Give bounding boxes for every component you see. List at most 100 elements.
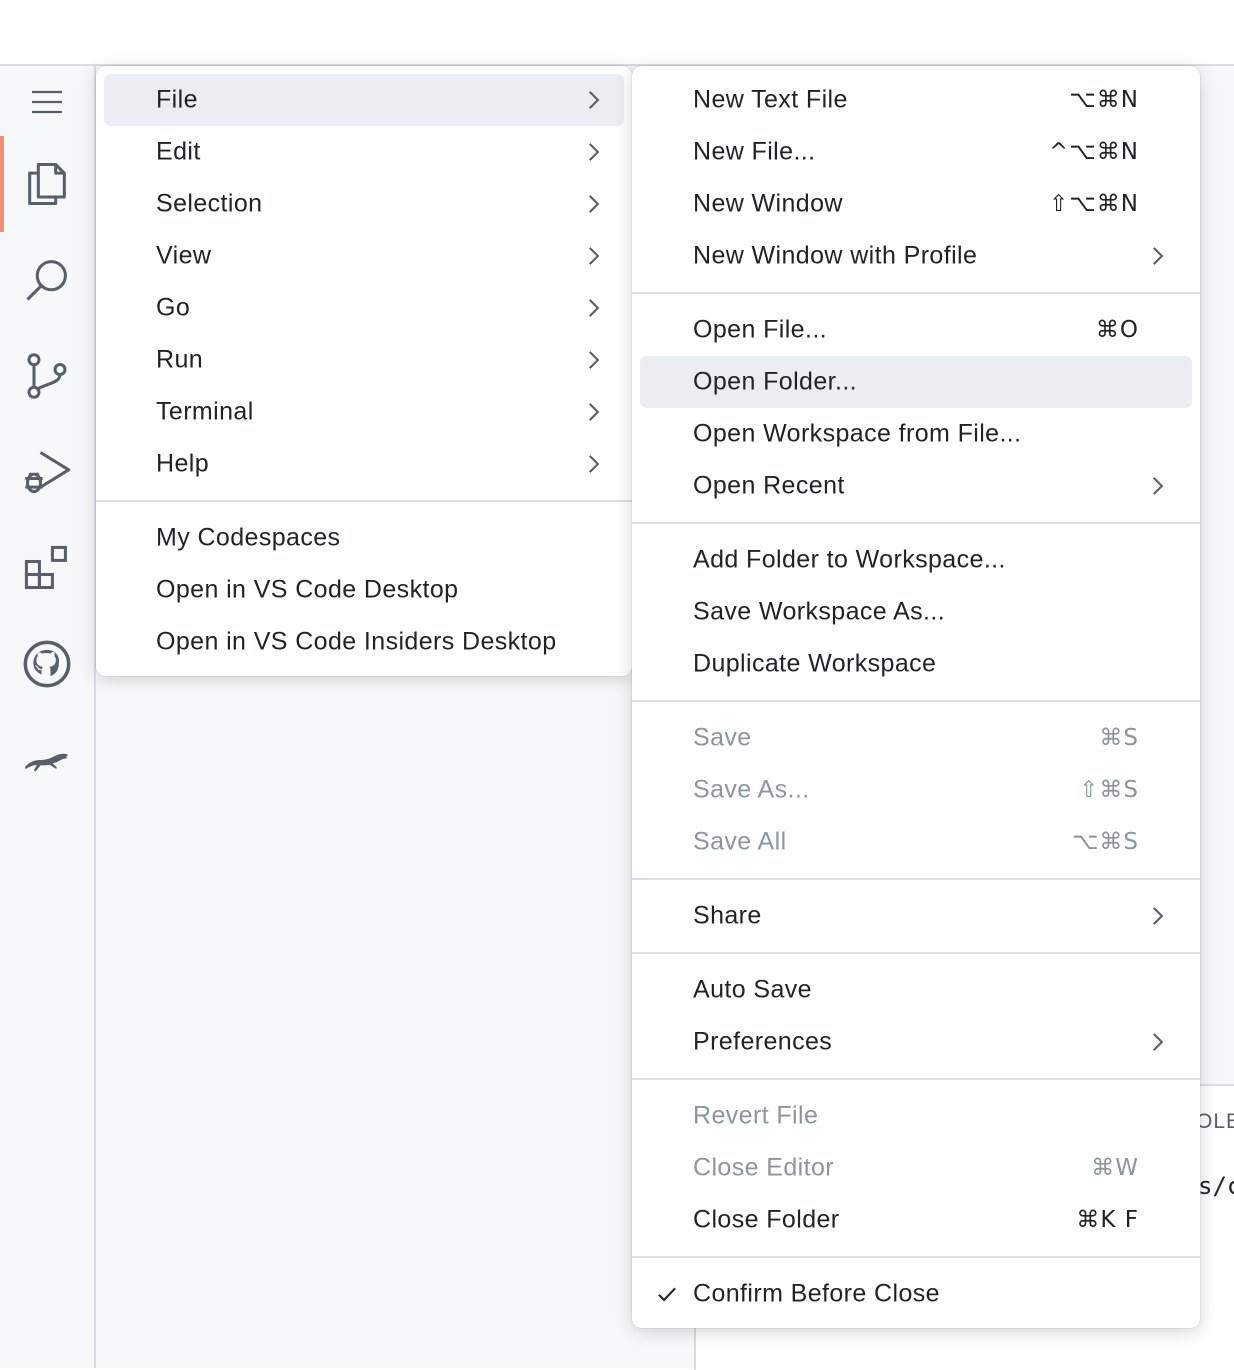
menu-separator [632, 700, 1200, 702]
keyboard-shortcut: ⇧⌥⌘N [1049, 191, 1139, 217]
menu-item-label: My Codespaces [156, 523, 341, 552]
title-bar [0, 0, 1234, 66]
menu-item-label: New File... [693, 137, 816, 166]
menu-item-open-in-vscode-desktop[interactable]: Open in VS Code Desktop [104, 564, 624, 616]
menu-item-label: Open File... [693, 315, 828, 344]
keyboard-shortcut: ^⌥⌘N [1049, 139, 1139, 165]
menu-separator [632, 878, 1200, 880]
menu-item-label: Save Workspace As... [693, 597, 946, 626]
menu-item-run[interactable]: Run [104, 334, 624, 386]
menu-item-confirm-before-close[interactable]: Confirm Before Close [640, 1268, 1192, 1320]
menu-item-label: Open Workspace from File... [693, 419, 1022, 448]
chevron-right-icon [589, 195, 600, 213]
menu-item-label: View [156, 241, 212, 270]
menu-item-new-file[interactable]: New File... ^⌥⌘N [640, 126, 1192, 178]
menu-item-label: Go [156, 293, 191, 322]
menu-item-open-recent[interactable]: Open Recent [640, 460, 1192, 512]
leaping-cat-icon[interactable] [0, 712, 94, 808]
menu-item-label: File [156, 85, 198, 114]
menu-item-label: Terminal [156, 397, 254, 426]
menu-item-save-all[interactable]: Save All ⌥⌘S [640, 816, 1192, 868]
menu-item-label: Run [156, 345, 204, 374]
menu-item-share[interactable]: Share [640, 890, 1192, 942]
chevron-right-icon [589, 91, 600, 109]
menu-item-label: Save As... [693, 775, 810, 804]
extensions-icon[interactable] [0, 520, 94, 616]
menu-item-label: Open Recent [693, 471, 845, 500]
menu-separator [632, 952, 1200, 954]
menu-item-file[interactable]: File [104, 74, 624, 126]
menu-item-label: Help [156, 449, 210, 478]
panel-tab-label[interactable]: OLE [1196, 1110, 1234, 1134]
menu-item-label: Confirm Before Close [693, 1279, 940, 1308]
menu-item-terminal[interactable]: Terminal [104, 386, 624, 438]
keyboard-shortcut: ⌥⌘N [1069, 87, 1139, 113]
menu-item-new-window[interactable]: New Window ⇧⌥⌘N [640, 178, 1192, 230]
menu-separator [632, 522, 1200, 524]
menu-item-save-as[interactable]: Save As... ⇧⌘S [640, 764, 1192, 816]
menu-item-open-folder[interactable]: Open Folder... [640, 356, 1192, 408]
menu-item-label: Save [693, 723, 752, 752]
panel-text: s/c [1198, 1172, 1234, 1200]
keyboard-shortcut: ⌥⌘S [1071, 829, 1139, 855]
keyboard-shortcut: ⌘W [1091, 1155, 1139, 1181]
menu-item-selection[interactable]: Selection [104, 178, 624, 230]
menu-item-save[interactable]: Save ⌘S [640, 712, 1192, 764]
menu-item-label: Save All [693, 827, 787, 856]
search-icon[interactable] [0, 232, 94, 328]
menu-item-label: Open in VS Code Insiders Desktop [156, 627, 557, 656]
menu-item-label: New Window with Profile [693, 241, 978, 270]
menu-item-my-codespaces[interactable]: My Codespaces [104, 512, 624, 564]
github-icon[interactable] [0, 616, 94, 712]
menu-item-new-text-file[interactable]: New Text File ⌥⌘N [640, 74, 1192, 126]
chevron-right-icon [1153, 907, 1164, 925]
menu-item-label: Duplicate Workspace [693, 649, 937, 678]
menu-item-label: Preferences [693, 1027, 833, 1056]
run-debug-icon[interactable] [0, 424, 94, 520]
menu-item-open-in-vscode-insiders-desktop[interactable]: Open in VS Code Insiders Desktop [104, 616, 624, 668]
menu-item-label: New Window [693, 189, 843, 218]
checkmark-icon [658, 1287, 676, 1302]
menu-separator [632, 292, 1200, 294]
menu-item-label: Add Folder to Workspace... [693, 545, 1006, 574]
menu-item-label: Auto Save [693, 975, 812, 1004]
activity-bar [0, 66, 96, 1368]
menu-item-edit[interactable]: Edit [104, 126, 624, 178]
chevron-right-icon [1153, 247, 1164, 265]
menu-item-label: Selection [156, 189, 263, 218]
keyboard-shortcut: ⇧⌘S [1079, 777, 1139, 803]
menu-item-label: Open in VS Code Desktop [156, 575, 459, 604]
main-menu: File Edit Selection View Go Run Terminal… [96, 66, 632, 676]
menu-item-close-folder[interactable]: Close Folder ⌘K F [640, 1194, 1192, 1246]
menu-item-open-file[interactable]: Open File... ⌘O [640, 304, 1192, 356]
menu-item-preferences[interactable]: Preferences [640, 1016, 1192, 1068]
source-control-icon[interactable] [0, 328, 94, 424]
menu-item-add-folder-to-workspace[interactable]: Add Folder to Workspace... [640, 534, 1192, 586]
menu-item-label: Close Folder [693, 1205, 840, 1234]
menu-item-auto-save[interactable]: Auto Save [640, 964, 1192, 1016]
menu-item-new-window-with-profile[interactable]: New Window with Profile [640, 230, 1192, 282]
chevron-right-icon [589, 299, 600, 317]
menu-item-revert-file[interactable]: Revert File [640, 1090, 1192, 1142]
menu-item-help[interactable]: Help [104, 438, 624, 490]
file-submenu: New Text File ⌥⌘N New File... ^⌥⌘N New W… [632, 66, 1200, 1328]
chevron-right-icon [1153, 477, 1164, 495]
menu-item-label: Edit [156, 137, 201, 166]
menu-item-go[interactable]: Go [104, 282, 624, 334]
chevron-right-icon [589, 455, 600, 473]
menu-separator [632, 1078, 1200, 1080]
menu-separator [96, 500, 632, 502]
menu-item-label: New Text File [693, 85, 848, 114]
keyboard-shortcut: ⌘O [1095, 317, 1139, 343]
menu-item-label: Share [693, 901, 762, 930]
menu-item-save-workspace-as[interactable]: Save Workspace As... [640, 586, 1192, 638]
keyboard-shortcut: ⌘K F [1076, 1207, 1139, 1233]
menu-separator [632, 1256, 1200, 1258]
explorer-icon[interactable] [0, 136, 94, 232]
menu-item-open-workspace-from-file[interactable]: Open Workspace from File... [640, 408, 1192, 460]
menu-item-duplicate-workspace[interactable]: Duplicate Workspace [640, 638, 1192, 690]
keyboard-shortcut: ⌘S [1099, 725, 1139, 751]
menu-item-close-editor[interactable]: Close Editor ⌘W [640, 1142, 1192, 1194]
menu-item-view[interactable]: View [104, 230, 624, 282]
chevron-right-icon [589, 247, 600, 265]
